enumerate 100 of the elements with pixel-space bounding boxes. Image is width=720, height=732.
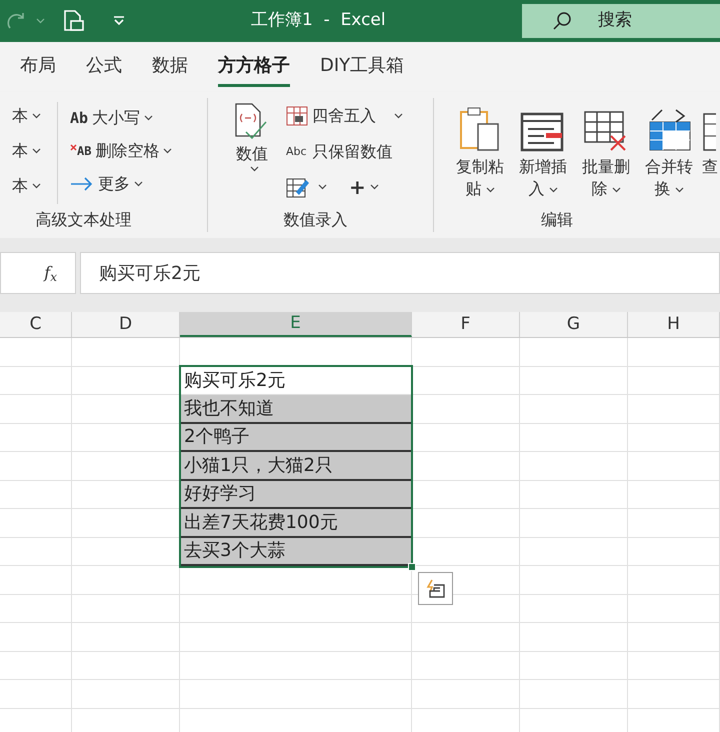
- ribbon-tab[interactable]: 布局: [20, 47, 56, 87]
- table-cell[interactable]: [412, 395, 520, 424]
- chevron-icon: [163, 148, 172, 154]
- table-cell[interactable]: [520, 452, 628, 480]
- table-cell[interactable]: [72, 566, 180, 594]
- table-cell[interactable]: [412, 452, 520, 480]
- table-cell[interactable]: [412, 623, 520, 652]
- table-cell[interactable]: 2个鸭子: [180, 424, 412, 452]
- number-button[interactable]: 数值: [232, 98, 272, 208]
- table-cell[interactable]: [0, 424, 72, 452]
- quick-analysis-menu[interactable]: [418, 572, 453, 605]
- table-cell[interactable]: [0, 538, 72, 566]
- table-cell[interactable]: [520, 424, 628, 452]
- table-cell[interactable]: [520, 594, 628, 623]
- ribbon-command[interactable]: 本: [12, 104, 41, 128]
- table-cell[interactable]: [520, 623, 628, 652]
- window-title: 工作簿1 - Excel: [251, 9, 386, 32]
- fill-handle[interactable]: [408, 563, 416, 571]
- ribbon-command[interactable]: 本: [12, 138, 41, 163]
- function-label[interactable]: f$_{x}$: [44, 261, 57, 285]
- ribbon-tab[interactable]: 方方格子: [218, 47, 290, 87]
- ribbon-command[interactable]: 更多: [70, 172, 172, 196]
- table-cell[interactable]: [72, 623, 180, 652]
- table-cell[interactable]: 去买3个大蒜: [180, 538, 412, 566]
- ribbon-tab[interactable]: 数据: [152, 47, 188, 87]
- name-box[interactable]: f$_{x}$: [0, 252, 76, 294]
- table-cell[interactable]: [0, 480, 72, 509]
- table-cell[interactable]: 我也不知道: [180, 395, 412, 424]
- ribbon-large-button[interactable]: 新增插入: [513, 98, 573, 208]
- table-cell[interactable]: [72, 594, 180, 623]
- ribbon-command[interactable]: 本: [12, 174, 41, 198]
- table-cell[interactable]: [628, 509, 720, 538]
- table-cell[interactable]: [520, 480, 628, 509]
- table-cell[interactable]: 好好学习: [180, 480, 412, 509]
- ribbon-large-button[interactable]: 复制粘贴: [450, 98, 510, 208]
- table-cell[interactable]: [628, 366, 720, 395]
- table-cell[interactable]: [0, 623, 72, 652]
- table-cell[interactable]: [0, 366, 72, 395]
- table-cell[interactable]: [412, 480, 520, 509]
- ribbon-command[interactable]: +: [286, 176, 403, 198]
- table-cell[interactable]: [180, 652, 412, 680]
- table-cell[interactable]: [180, 594, 412, 623]
- table-cell[interactable]: [520, 652, 628, 680]
- column-header[interactable]: C: [0, 312, 72, 337]
- search-field[interactable]: 搜索: [522, 4, 720, 38]
- table-cell[interactable]: 小猫1只，大猫2只: [180, 452, 412, 480]
- table-cell[interactable]: [412, 424, 520, 452]
- table-cell[interactable]: [628, 452, 720, 480]
- table-cell[interactable]: [0, 509, 72, 538]
- table-cell[interactable]: [72, 652, 180, 680]
- table-cell[interactable]: [628, 594, 720, 623]
- table-cell[interactable]: [412, 509, 520, 538]
- ribbon-command[interactable]: 四舍五入: [286, 104, 403, 128]
- table-cell[interactable]: [0, 452, 72, 480]
- customize-toolbar-icon[interactable]: [113, 16, 125, 26]
- table-cell[interactable]: [72, 680, 180, 708]
- table-cell[interactable]: [0, 652, 72, 680]
- table-cell[interactable]: 出差7天花费100元: [180, 509, 412, 538]
- table-cell[interactable]: [628, 566, 720, 594]
- table-cell[interactable]: [628, 623, 720, 652]
- ribbon-large-button[interactable]: 批量删除: [576, 98, 636, 208]
- table-cell[interactable]: [628, 338, 720, 366]
- table-cell[interactable]: [0, 338, 72, 366]
- print-preview-icon[interactable]: [63, 9, 85, 33]
- table-cell[interactable]: [628, 395, 720, 424]
- table-cell[interactable]: [180, 680, 412, 708]
- ribbon-command[interactable]: AB 删除空格: [70, 138, 172, 163]
- table-cell[interactable]: [520, 680, 628, 708]
- table-cell[interactable]: [180, 623, 412, 652]
- ribbon-tab[interactable]: DIY工具箱: [320, 47, 404, 87]
- table-cell[interactable]: [628, 680, 720, 708]
- table-cell[interactable]: [628, 424, 720, 452]
- table-cell[interactable]: [628, 538, 720, 566]
- table-cell[interactable]: [520, 538, 628, 566]
- table-cell[interactable]: [412, 338, 520, 366]
- table-cell[interactable]: [520, 509, 628, 538]
- table-cell[interactable]: [412, 652, 520, 680]
- table-cell[interactable]: [0, 680, 72, 708]
- table-cell[interactable]: [412, 366, 520, 395]
- column-header[interactable]: F: [412, 312, 520, 337]
- table-cell[interactable]: [72, 338, 180, 366]
- column-header[interactable]: G: [520, 312, 628, 337]
- column-header[interactable]: H: [628, 312, 720, 337]
- table-cell[interactable]: [520, 366, 628, 395]
- table-cell[interactable]: [520, 395, 628, 424]
- ribbon-large-button[interactable]: 合并转换: [639, 98, 699, 208]
- column-header[interactable]: E: [180, 312, 412, 337]
- table-cell[interactable]: [412, 680, 520, 708]
- table-cell[interactable]: [0, 395, 72, 424]
- table-cell[interactable]: [0, 566, 72, 594]
- table-cell[interactable]: [520, 338, 628, 366]
- ribbon-large-button[interactable]: 查: [702, 98, 720, 208]
- table-cell[interactable]: [0, 594, 72, 623]
- ribbon-command[interactable]: Ab 大小写: [70, 106, 172, 130]
- ribbon-tab[interactable]: 公式: [86, 47, 122, 87]
- table-cell[interactable]: [628, 480, 720, 509]
- formula-input[interactable]: 购买可乐2元: [80, 252, 720, 294]
- ribbon-command[interactable]: Abc 只保留数值: [286, 140, 403, 164]
- table-cell[interactable]: [628, 652, 720, 680]
- table-cell[interactable]: [520, 566, 628, 594]
